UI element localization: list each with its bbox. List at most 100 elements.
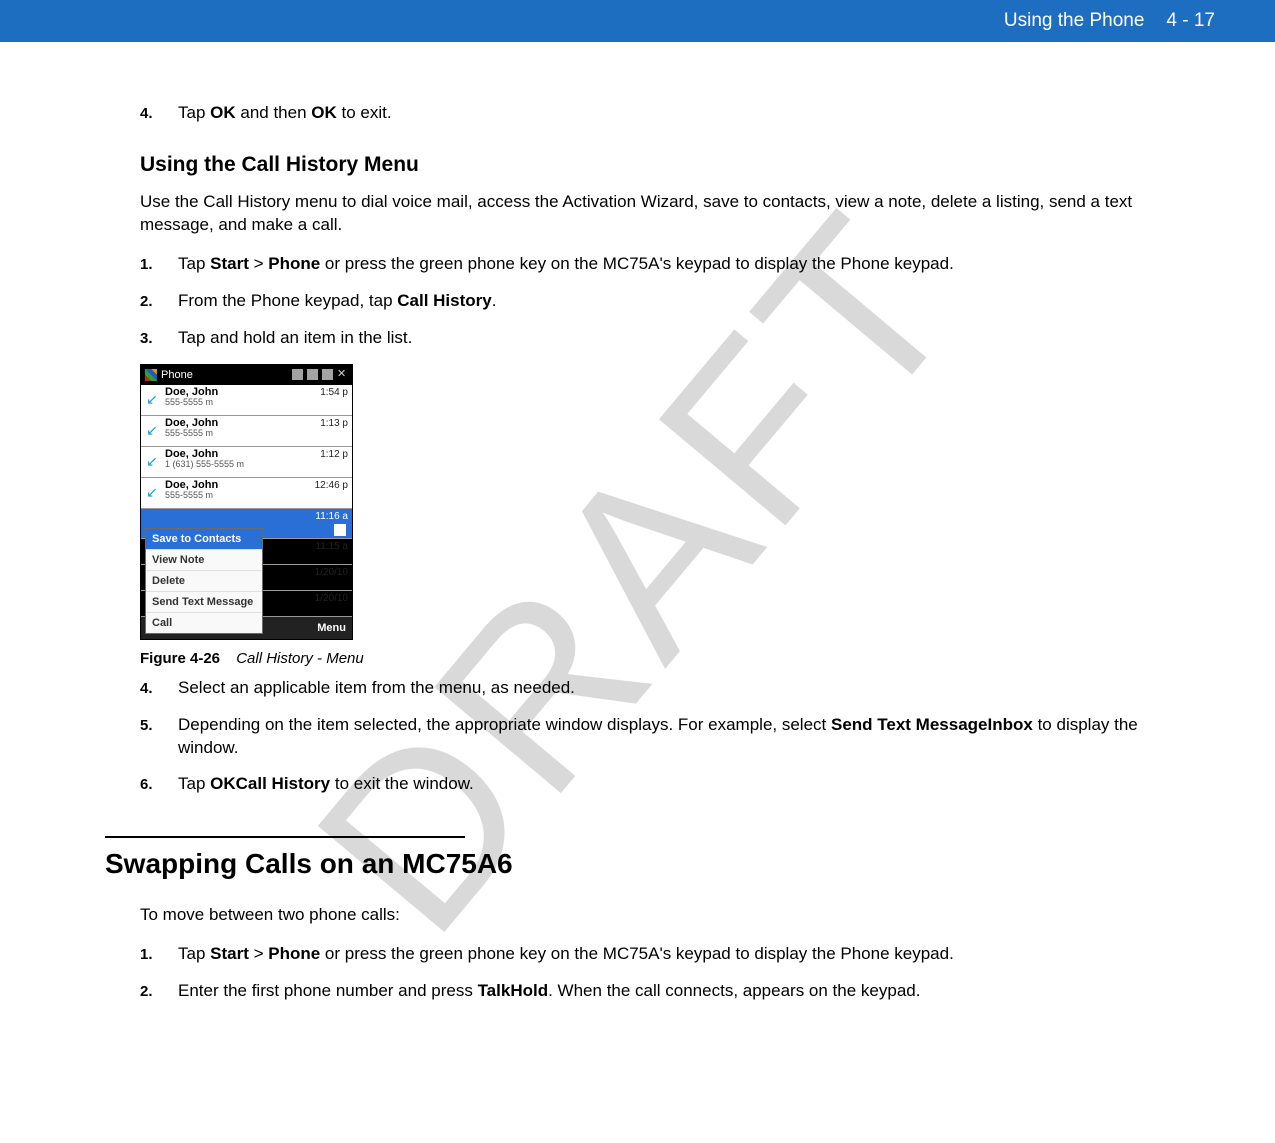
call-number: 555-5555 m [165,429,308,439]
step-number: 5. [140,714,178,736]
text: Select an applicable item from the menu,… [178,678,575,697]
text: > [249,254,268,273]
windows-flag-icon [145,369,157,381]
call-row: ↙Doe, John555-5555 m1:54 p [141,385,352,416]
call-time: 1/20/10 [310,591,352,616]
context-menu: Save to ContactsView NoteDeleteSend Text… [145,528,263,634]
call-row: ↙Doe, John555-5555 m1:13 p [141,416,352,447]
step-text: Tap Start > Phone or press the green pho… [178,943,1195,966]
step-text: Tap Start > Phone or press the green pho… [178,253,1195,276]
text: to exit. [337,103,392,122]
text: Tap [178,254,210,273]
figure-number: Figure 4-26 [140,650,220,667]
call-time: 1:12 p [310,447,352,477]
step-text: Tap OKCall History to exit the window. [178,773,1195,796]
call-number: 555-5555 m [165,491,308,501]
call-name: Doe, John [165,479,308,491]
text: Tap [178,944,210,963]
bold: Phone [268,254,320,273]
step-text: Tap OK and then OK to exit. [178,102,1195,125]
bold: Send Text Message [831,715,988,734]
checkbox-icon [334,524,346,536]
text: or press the green phone key on the MC75… [320,254,954,273]
paragraph: To move between two phone calls: [140,904,1195,927]
softkey-menu: Menu [317,622,346,634]
step-number: 2. [140,290,178,312]
step-item: 4.Select an applicable item from the men… [140,677,1195,700]
page-content: 4. Tap OK and then OK to exit. Using the… [0,42,1275,1003]
heading-swapping-calls: Swapping Calls on an MC75A6 [105,848,1195,880]
call-time: 1:54 p [310,385,352,415]
phone-titlebar: Phone ✕ [141,365,352,385]
call-row: ↙Doe, John555-5555 m12:46 p [141,478,352,509]
section-swapping-calls: Swapping Calls on an MC75A6 To move betw… [140,836,1195,1003]
step-item: 3.Tap and hold an item in the list. [140,327,1195,350]
context-menu-item: Delete [146,571,262,592]
context-menu-item: Send Text Message [146,592,262,613]
text: Enter the first phone number and press [178,981,478,1000]
step-item: 4. Tap OK and then OK to exit. [140,102,1195,125]
text: Tap [178,774,210,793]
text: appears on the keypad. [743,981,921,1000]
text: Tap [178,103,210,122]
step-item: 1.Tap Start > Phone or press the green p… [140,253,1195,276]
phone-screenshot: Phone ✕ ↙Doe, John555-5555 m1:54 p↙Doe, … [140,364,353,640]
bold: Inbox [988,715,1033,734]
call-time: 1/20/10 [310,565,352,590]
text: window. [413,774,473,793]
figure-caption: Figure 4-26 Call History - Menu [140,650,1195,667]
bold: Hold [510,981,548,1000]
text: From the Phone keypad, tap [178,291,397,310]
call-row: ↙Doe, John1 (631) 555-5555 m1:12 p [141,447,352,478]
call-direction-icon: ↙ [141,478,163,508]
bold: Call History [236,774,330,793]
call-number: 1 (631) 555-5555 m [165,460,308,470]
signal-icon [292,369,303,380]
call-name: Doe, John [165,386,308,398]
text: and then [236,103,312,122]
step-text: Tap and hold an item in the list. [178,327,1195,350]
context-menu-item: Call [146,613,262,633]
step-number: 3. [140,327,178,349]
figure-block: Phone ✕ ↙Doe, John555-5555 m1:54 p↙Doe, … [140,364,1195,667]
step-number: 6. [140,773,178,795]
battery-icon [322,369,333,380]
call-time: 11:15 a [310,539,352,564]
bold: Call History [397,291,491,310]
step-text: From the Phone keypad, tap Call History. [178,290,1195,313]
bold: OK [311,103,337,122]
step-item: 6.Tap OKCall History to exit the window. [140,773,1195,796]
call-direction-icon: ↙ [141,385,163,415]
call-time: 11:16 a [310,509,352,522]
call-direction-icon: ↙ [141,416,163,446]
step-item: 2.Enter the first phone number and press… [140,980,1195,1003]
text: to exit the [330,774,413,793]
bold: Phone [268,944,320,963]
bold: Start [210,944,249,963]
text: window. [178,738,238,757]
phone-app-title: Phone [161,369,193,381]
close-icon: ✕ [337,369,348,380]
step-number: 4. [140,102,178,124]
step-number: 4. [140,677,178,699]
call-name: Doe, John [165,448,308,460]
text: or press the green phone key on the MC75… [320,944,954,963]
paragraph: Use the Call History menu to dial voice … [140,191,1195,237]
context-menu-item: View Note [146,550,262,571]
subheading-call-history-menu: Using the Call History Menu [140,153,1195,177]
step-text: Select an applicable item from the menu,… [178,677,1195,700]
call-time: 1:13 p [310,416,352,446]
bold: OK [210,774,236,793]
call-time: 12:46 p [310,478,352,508]
text: Depending on the item selected, the appr… [178,715,831,734]
step-item: 2.From the Phone keypad, tap Call Histor… [140,290,1195,313]
bold: Start [210,254,249,273]
text: to display the [1033,715,1138,734]
text: . [492,291,497,310]
text: . When the call connects, [548,981,743,1000]
step-text: Depending on the item selected, the appr… [178,714,1195,760]
step-item: 5.Depending on the item selected, the ap… [140,714,1195,760]
text: Tap and hold an item in the list. [178,328,412,347]
bold: OK [210,103,236,122]
call-direction-icon: ↙ [141,447,163,477]
